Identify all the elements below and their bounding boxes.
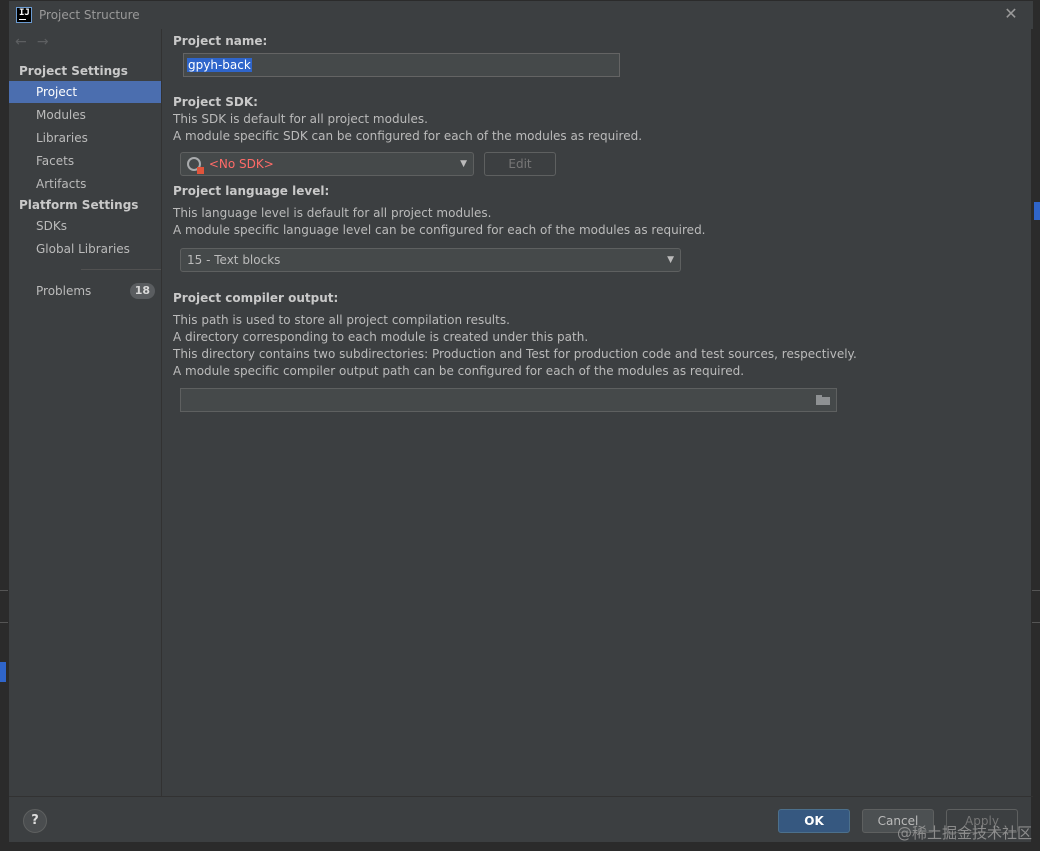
project-sdk-desc-1: This SDK is default for all project modu… [173, 112, 428, 126]
language-level-desc-1: This language level is default for all p… [173, 206, 492, 220]
help-button[interactable]: ? [23, 809, 47, 833]
problems-label: Problems [36, 284, 92, 298]
background-window-edge-bottom [0, 843, 1040, 851]
sidebar-divider [81, 269, 161, 270]
compiler-output-label: Project compiler output: [173, 291, 339, 305]
sidebar-item-facets[interactable]: Facets [9, 150, 161, 172]
sidebar-item-global-libraries[interactable]: Global Libraries [9, 238, 161, 260]
project-sdk-label: Project SDK: [173, 95, 258, 109]
sidebar-item-project[interactable]: Project [9, 81, 161, 103]
sidebar-item-artifacts[interactable]: Artifacts [9, 173, 161, 195]
sidebar-item-libraries[interactable]: Libraries [9, 127, 161, 149]
project-name-input[interactable]: gpyh-back [183, 53, 620, 77]
project-sdk-selected: <No SDK> [208, 157, 274, 171]
platform-settings-header: Platform Settings [19, 198, 139, 212]
back-arrow-icon[interactable]: ← [15, 34, 33, 50]
project-sdk-dropdown[interactable]: <No SDK> ▼ [180, 152, 474, 176]
window-title: Project Structure [39, 8, 140, 22]
edit-sdk-button[interactable]: Edit [484, 152, 556, 176]
dialog-footer: ? OK Cancel Apply [9, 796, 1033, 844]
sdk-globe-icon [187, 156, 204, 174]
chevron-down-icon: ▼ [667, 255, 674, 265]
project-name-value: gpyh-back [187, 58, 252, 72]
problems-count-badge: 18 [129, 283, 155, 299]
compiler-output-desc-1: This path is used to store all project c… [173, 313, 510, 327]
project-settings-header: Project Settings [19, 64, 128, 78]
background-window-edge-left [0, 0, 8, 851]
language-level-label: Project language level: [173, 184, 330, 198]
sidebar: ← → Project Settings Project Modules Lib… [9, 29, 162, 796]
ok-button[interactable]: OK [778, 809, 850, 833]
sidebar-item-problems[interactable]: Problems 18 [9, 280, 161, 302]
language-level-desc-2: A module specific language level can be … [173, 223, 706, 237]
project-sdk-desc-2: A module specific SDK can be configured … [173, 129, 643, 143]
compiler-output-desc-2: A directory corresponding to each module… [173, 330, 589, 344]
language-level-dropdown[interactable]: 15 - Text blocks ▼ [180, 248, 681, 272]
project-settings-panel: Project name: gpyh-back Project SDK: Thi… [163, 29, 1032, 796]
intellij-app-icon: IJ [16, 7, 32, 23]
chevron-down-icon: ▼ [460, 159, 467, 169]
compiler-output-desc-3: This directory contains two subdirectori… [173, 347, 857, 361]
sidebar-item-sdks[interactable]: SDKs [9, 215, 161, 237]
forward-arrow-icon[interactable]: → [37, 34, 55, 50]
sidebar-item-modules[interactable]: Modules [9, 104, 161, 126]
compiler-output-path-input[interactable] [180, 388, 837, 412]
project-name-label: Project name: [173, 34, 268, 48]
background-window-edge-right [1032, 0, 1040, 851]
compiler-output-desc-4: A module specific compiler output path c… [173, 364, 745, 378]
watermark-text: @稀土掘金技术社区 [896, 824, 1032, 842]
project-structure-dialog: IJ Project Structure ✕ ← → Project Setti… [8, 0, 1033, 844]
language-level-selected: 15 - Text blocks [187, 253, 281, 267]
close-icon[interactable]: ✕ [1003, 5, 1019, 23]
browse-folder-icon[interactable] [816, 395, 830, 405]
title-bar: IJ Project Structure ✕ [9, 1, 1033, 29]
nav-arrows: ← → [15, 34, 55, 52]
